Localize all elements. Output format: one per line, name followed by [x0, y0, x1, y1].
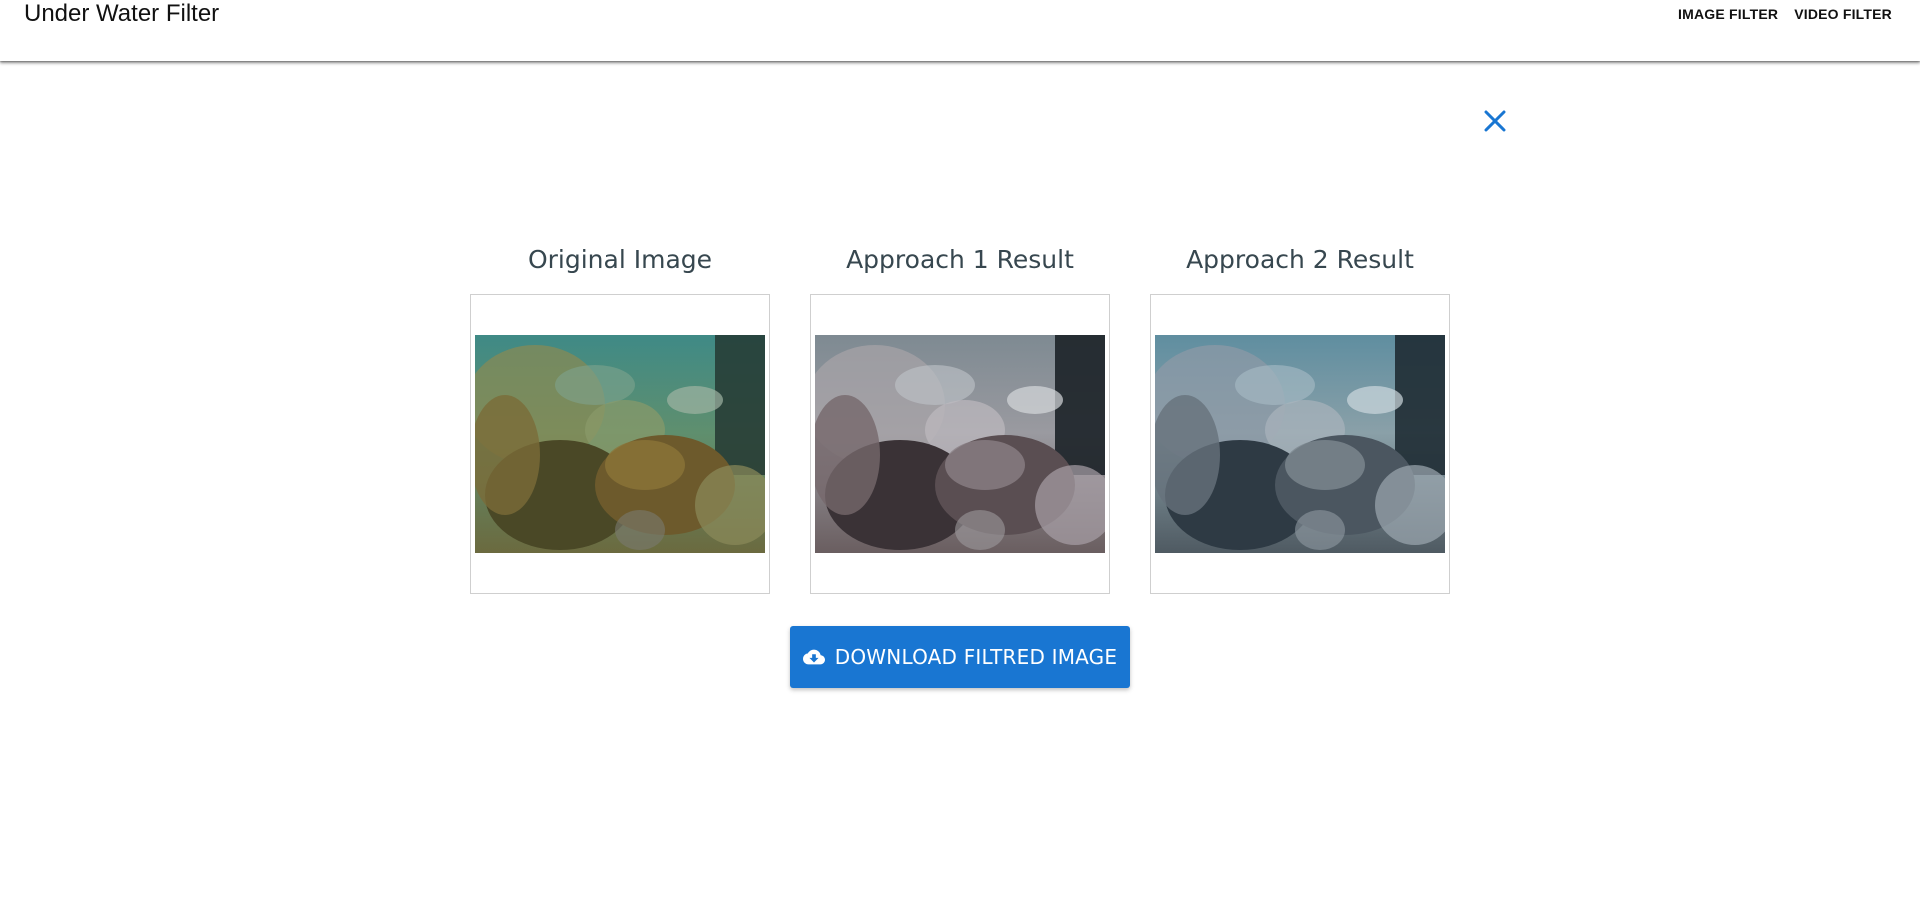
panel-approach-2: Approach 2 Result [1150, 240, 1450, 594]
top-nav: IMAGE FILTER VIDEO FILTER [1670, 5, 1900, 23]
panel-title-approach-2: Approach 2 Result [1186, 245, 1414, 274]
download-button-label: DOWNLOAD FILTRED IMAGE [834, 645, 1118, 669]
panel-frame-approach-2 [1150, 294, 1450, 594]
panel-title-approach-1: Approach 1 Result [846, 245, 1074, 274]
original-image [475, 335, 765, 553]
panel-frame-approach-1 [810, 294, 1110, 594]
panel-frame-original [470, 294, 770, 594]
close-button[interactable] [1478, 104, 1512, 138]
download-filtered-image-button[interactable]: DOWNLOAD FILTRED IMAGE [790, 626, 1130, 688]
panel-title-original: Original Image [527, 245, 713, 274]
app-title: Under Water Filter [24, 0, 220, 27]
approach-2-image [1155, 335, 1445, 553]
nav-image-filter[interactable]: IMAGE FILTER [1670, 5, 1786, 23]
close-icon [1484, 110, 1506, 132]
cloud-download-icon [802, 649, 825, 665]
approach-1-image [815, 335, 1105, 553]
panel-approach-1: Approach 1 Result [810, 240, 1110, 594]
nav-video-filter[interactable]: VIDEO FILTER [1786, 5, 1900, 23]
panel-original: Original Image [470, 240, 770, 594]
app-bar: Under Water Filter IMAGE FILTER VIDEO FI… [0, 0, 1920, 61]
